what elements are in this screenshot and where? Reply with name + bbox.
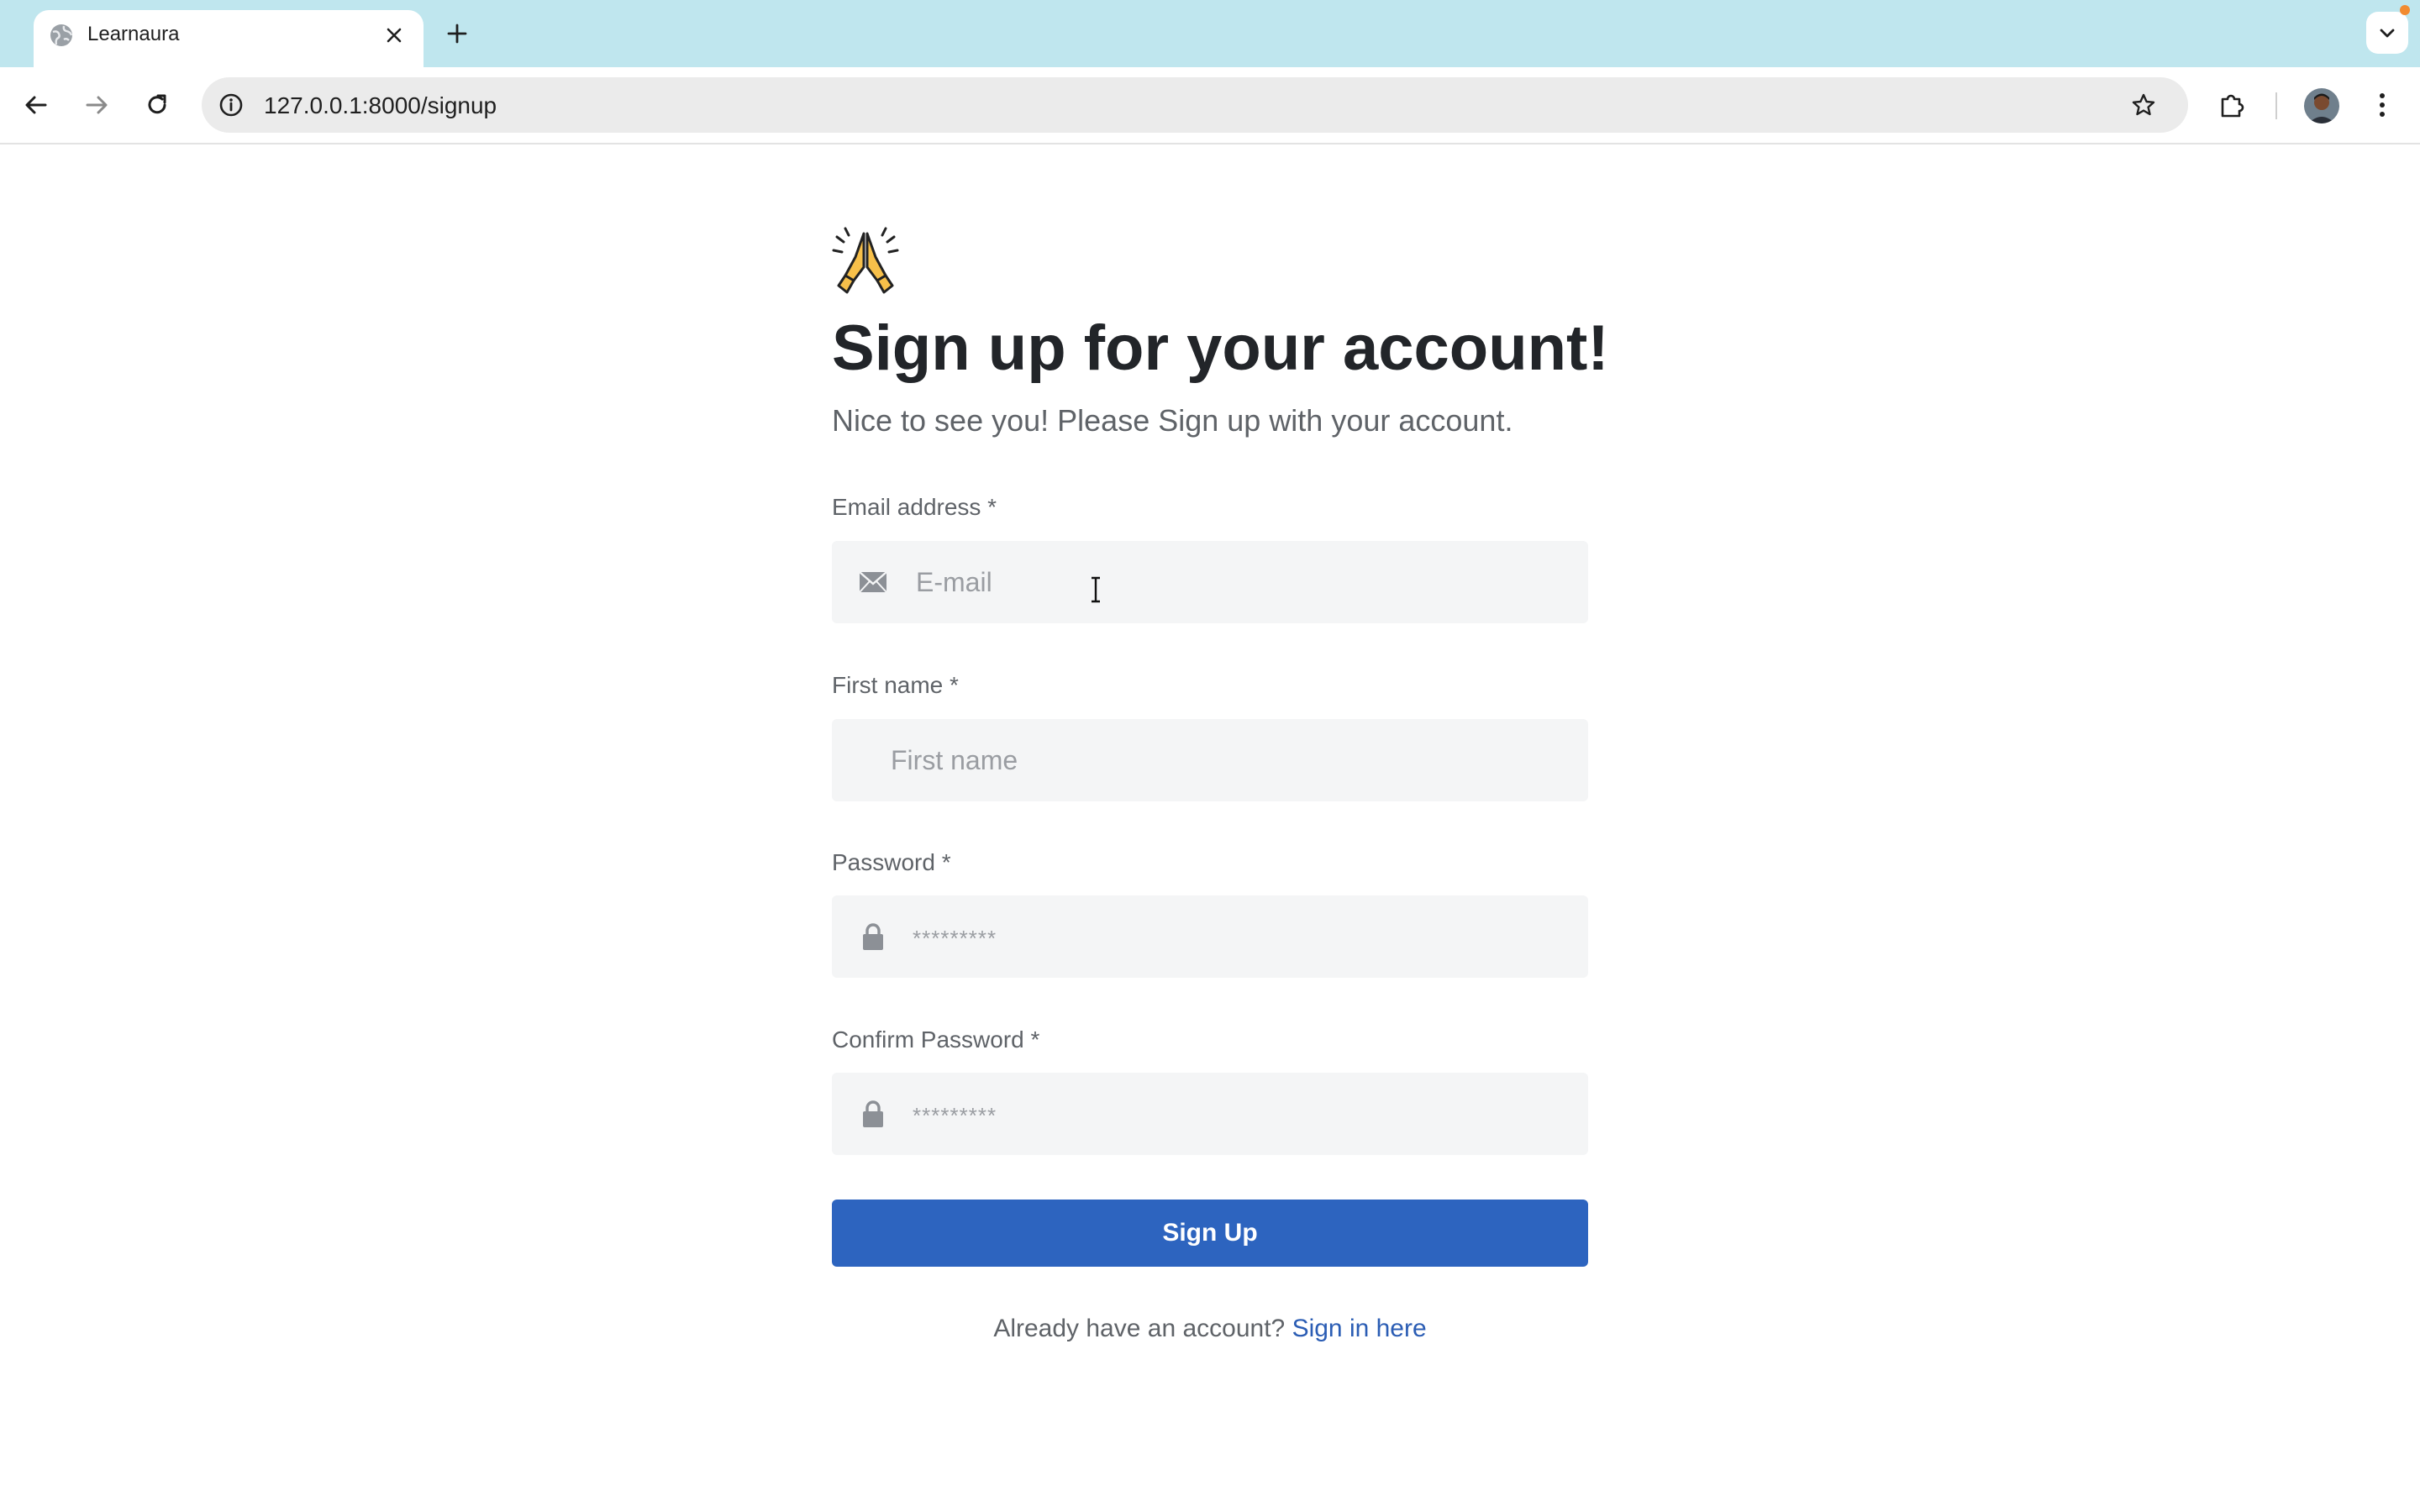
confirm-password-input[interactable] <box>913 1073 1571 1155</box>
browser-tab-strip: Learnaura <box>0 0 2420 67</box>
close-icon[interactable] <box>380 21 408 50</box>
plus-icon[interactable] <box>440 17 474 50</box>
email-field-wrapper <box>832 541 1588 623</box>
reload-icon[interactable] <box>138 86 176 124</box>
password-field-wrapper <box>832 895 1588 978</box>
arrow-right-icon[interactable] <box>77 86 116 124</box>
star-icon[interactable] <box>2126 87 2161 123</box>
toolbar-divider <box>2275 92 2277 119</box>
chevron-down-icon[interactable] <box>2366 12 2408 54</box>
first-name-input[interactable] <box>891 719 1571 801</box>
tab-title: Learnaura <box>87 23 180 45</box>
first-name-label: First name * <box>832 672 959 698</box>
confirm-password-label: Confirm Password * <box>832 1026 1040 1053</box>
lock-icon <box>857 921 889 953</box>
password-input[interactable] <box>913 895 1571 978</box>
browser-tab-active[interactable]: Learnaura <box>34 10 424 67</box>
arrow-left-icon[interactable] <box>17 86 55 124</box>
kebab-menu-icon[interactable] <box>2363 86 2402 124</box>
puzzle-icon[interactable] <box>2212 86 2251 124</box>
lock-icon <box>857 1098 889 1130</box>
folded-hands-icon <box>832 225 899 294</box>
mail-icon <box>857 566 889 598</box>
email-label: Email address * <box>832 494 997 520</box>
address-bar[interactable]: 127.0.0.1:8000/signup <box>202 77 2188 133</box>
password-label: Password * <box>832 849 951 875</box>
page-subtitle: Nice to see you! Please Sign up with you… <box>832 403 1513 438</box>
recording-indicator <box>2400 5 2410 15</box>
globe-icon <box>49 23 74 48</box>
sign-in-link[interactable]: Sign in here <box>1292 1315 1427 1342</box>
signin-prompt-text: Already have an account? <box>993 1315 1286 1342</box>
signin-prompt: Already have an account? Sign in here <box>832 1312 1588 1346</box>
avatar[interactable] <box>2304 88 2339 123</box>
confirm-password-field-wrapper <box>832 1073 1588 1155</box>
page-title: Sign up for your account! <box>832 312 1609 384</box>
sign-up-button[interactable]: Sign Up <box>832 1200 1588 1267</box>
first-name-field-wrapper <box>832 719 1588 801</box>
browser-toolbar: 127.0.0.1:8000/signup <box>0 67 2420 144</box>
text-cursor-icon <box>1092 576 1100 603</box>
email-input[interactable] <box>916 541 1571 623</box>
info-icon[interactable] <box>213 87 249 123</box>
url-text: 127.0.0.1:8000/signup <box>264 92 497 118</box>
